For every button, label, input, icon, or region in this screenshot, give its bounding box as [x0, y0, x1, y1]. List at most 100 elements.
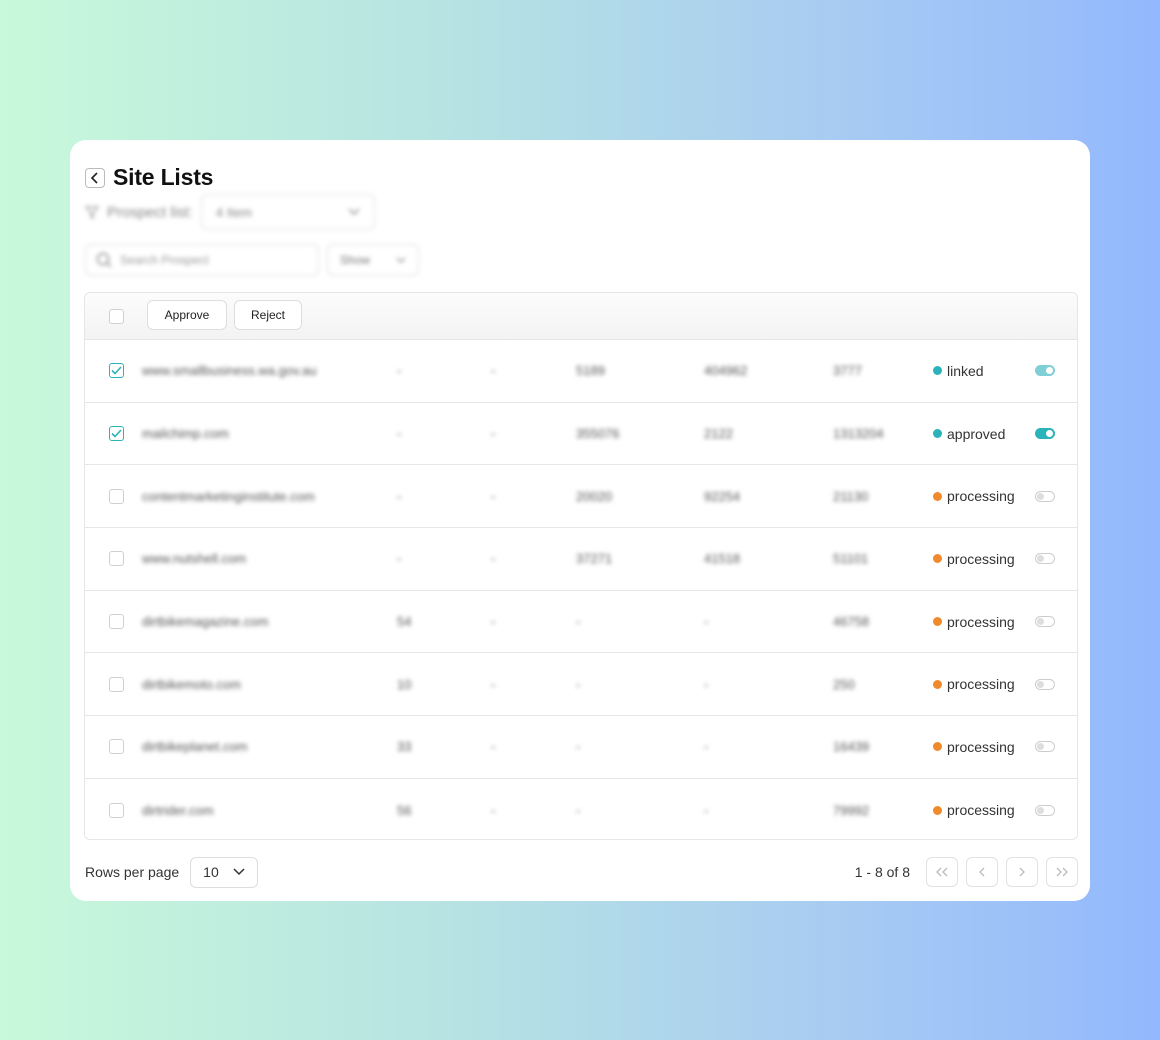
row-checkbox[interactable]	[109, 802, 124, 818]
row-toggle[interactable]	[1035, 804, 1055, 816]
site-url[interactable]: dirtbikemoto.com	[142, 677, 241, 692]
chevrons-left-icon	[936, 867, 948, 877]
status-label: processing	[947, 738, 1015, 755]
site-url[interactable]: www.smallbusiness.wa.gov.au	[142, 363, 317, 378]
metric-d: -	[704, 676, 709, 692]
row-toggle[interactable]	[1035, 428, 1055, 440]
status-badge: processing	[933, 676, 1015, 692]
row-toggle[interactable]	[1035, 553, 1055, 565]
approve-button[interactable]: Approve	[147, 300, 227, 330]
page-header: Site Lists	[85, 164, 213, 191]
select-all-checkbox[interactable]	[109, 308, 124, 324]
table-body: www.smallbusiness.wa.gov.au - - 5189 404962 3…	[85, 340, 1077, 839]
prospect-filter: Prospect list: 4 Item	[85, 194, 375, 230]
page-title: Site Lists	[113, 164, 214, 190]
prev-page-button[interactable]	[966, 857, 998, 887]
last-page-button[interactable]	[1046, 857, 1078, 887]
row-toggle[interactable]	[1035, 365, 1055, 377]
metric-c: -	[576, 739, 581, 755]
row-toggle[interactable]	[1035, 616, 1055, 628]
status-label: processing	[947, 802, 1015, 819]
site-url[interactable]: contentmarketinginstitute.com	[142, 489, 315, 504]
site-table: Approve Reject www.smallbusiness.wa.gov.…	[84, 292, 1078, 840]
toggle-knob	[1037, 743, 1044, 751]
status-badge: processing	[933, 488, 1015, 504]
metric-c: -	[576, 614, 581, 630]
status-dot	[933, 617, 942, 627]
row-checkbox[interactable]	[109, 614, 124, 630]
metric-a: -	[397, 551, 402, 567]
table-row: www.nutshell.com - - 37271 41518 51101 process…	[85, 528, 1077, 591]
metric-e: 51101	[833, 551, 869, 567]
rows-per-page-select[interactable]: 10	[190, 856, 259, 888]
site-url[interactable]: www.nutshell.com	[142, 551, 246, 566]
chevron-down-icon	[396, 257, 406, 263]
toggle-knob	[1037, 492, 1044, 500]
metric-e: 250	[833, 676, 855, 692]
toggle-knob	[1046, 367, 1053, 375]
site-url[interactable]: dirtrider.com	[142, 803, 214, 818]
status-badge: processing	[933, 802, 1015, 818]
metric-d: -	[704, 739, 709, 755]
metric-c: 20020	[576, 488, 613, 504]
row-checkbox[interactable]	[109, 488, 124, 504]
reject-button[interactable]: Reject	[234, 300, 302, 330]
row-checkbox[interactable]	[109, 676, 124, 692]
row-checkbox[interactable]	[109, 426, 124, 442]
toggle-knob	[1046, 430, 1053, 438]
status-badge: processing	[933, 739, 1015, 755]
table-header: Approve Reject	[85, 293, 1077, 340]
next-page-button[interactable]	[1006, 857, 1038, 887]
status-label: linked	[947, 362, 984, 379]
row-checkbox[interactable]	[109, 739, 124, 755]
status-label: processing	[947, 676, 1015, 693]
back-button[interactable]	[85, 167, 105, 188]
chevron-left-icon	[979, 867, 985, 877]
metric-d: -	[704, 802, 709, 818]
site-url[interactable]: mailchimp.com	[142, 426, 229, 441]
metric-a: -	[397, 363, 402, 379]
metric-c: 5189	[576, 363, 605, 379]
site-url[interactable]: dirtbikeplanet.com	[142, 739, 248, 754]
table-row: mailchimp.com - - 355076 2122 1313204 approved	[85, 403, 1077, 466]
metric-e: 21130	[833, 488, 869, 504]
metric-a: 10	[397, 676, 412, 692]
metric-b: -	[491, 363, 496, 379]
metric-d: 2122	[704, 426, 733, 442]
row-toggle[interactable]	[1035, 678, 1055, 690]
status-label: processing	[947, 613, 1015, 630]
status-dot	[933, 429, 942, 439]
status-label: processing	[947, 550, 1015, 567]
metric-c: 355076	[576, 426, 620, 442]
row-toggle[interactable]	[1035, 490, 1055, 502]
toggle-knob	[1037, 680, 1044, 688]
table-row: www.smallbusiness.wa.gov.au - - 5189 404962 3…	[85, 340, 1077, 403]
pagination-footer: Rows per page 10 1 - 8 of 8	[85, 856, 1079, 888]
metric-b: -	[491, 676, 496, 692]
metric-d: -	[704, 614, 709, 630]
search-icon	[96, 252, 112, 268]
row-checkbox[interactable]	[109, 551, 124, 567]
chevron-down-icon	[348, 208, 360, 216]
check-icon	[111, 366, 122, 375]
row-toggle[interactable]	[1035, 741, 1055, 753]
prospect-value: 4 Item	[215, 204, 252, 220]
site-url[interactable]: dirtbikemagazine.com	[142, 614, 268, 629]
search-row: Search Prospect Show	[85, 244, 419, 276]
metric-b: -	[491, 426, 496, 442]
chevron-left-icon	[90, 171, 98, 184]
table-row: dirtbikeplanet.com 33 - - - 16439 processing	[85, 716, 1077, 779]
row-checkbox[interactable]	[109, 363, 124, 379]
metric-b: -	[491, 488, 496, 504]
show-dropdown[interactable]: Show	[327, 244, 419, 276]
search-input[interactable]: Search Prospect	[85, 244, 319, 276]
table-row: contentmarketinginstitute.com - - 20020 9225…	[85, 465, 1077, 529]
table-row: dirtbikemoto.com 10 - - - 250 processing	[85, 653, 1077, 717]
pagination-range: 1 - 8 of 8	[854, 864, 910, 880]
status-dot	[933, 742, 942, 752]
status-dot	[933, 554, 942, 564]
metric-b: -	[491, 614, 496, 630]
status-badge: processing	[933, 614, 1015, 630]
first-page-button[interactable]	[926, 857, 958, 887]
prospect-select[interactable]: 4 Item	[200, 194, 375, 230]
